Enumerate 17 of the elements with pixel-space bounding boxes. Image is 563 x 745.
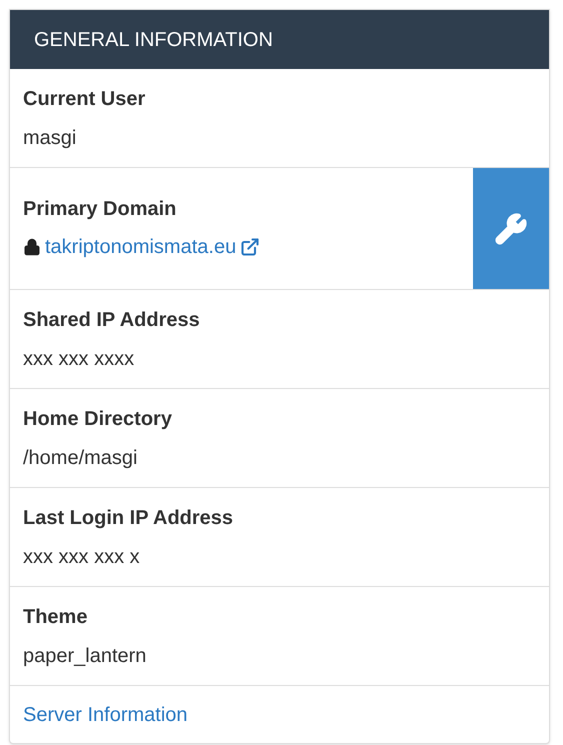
item-value: paper_lantern	[23, 644, 148, 669]
external-link-icon[interactable]	[240, 237, 260, 257]
item-label: Last Login IP Address	[23, 506, 234, 531]
item-value: masgi	[23, 126, 78, 151]
server-information-link[interactable]: Server Information	[23, 700, 188, 730]
item-label: Theme	[23, 605, 88, 630]
domain-link[interactable]: takriptonomismata.eu	[45, 232, 236, 262]
item-label: Home Directory	[23, 407, 173, 432]
item-value: xxx xxx xxx x	[23, 545, 141, 570]
item-value: /home/masgi	[23, 446, 138, 471]
item-label: Shared IP Address	[23, 308, 201, 333]
wrench-button[interactable]	[473, 168, 549, 289]
panel-title: GENERAL INFORMATION	[34, 28, 273, 52]
wrench-icon	[494, 212, 528, 246]
item-label: Current User	[23, 87, 146, 112]
item-label: Primary Domain	[23, 197, 178, 222]
item-value: xxx xxx xxxx	[23, 347, 136, 372]
